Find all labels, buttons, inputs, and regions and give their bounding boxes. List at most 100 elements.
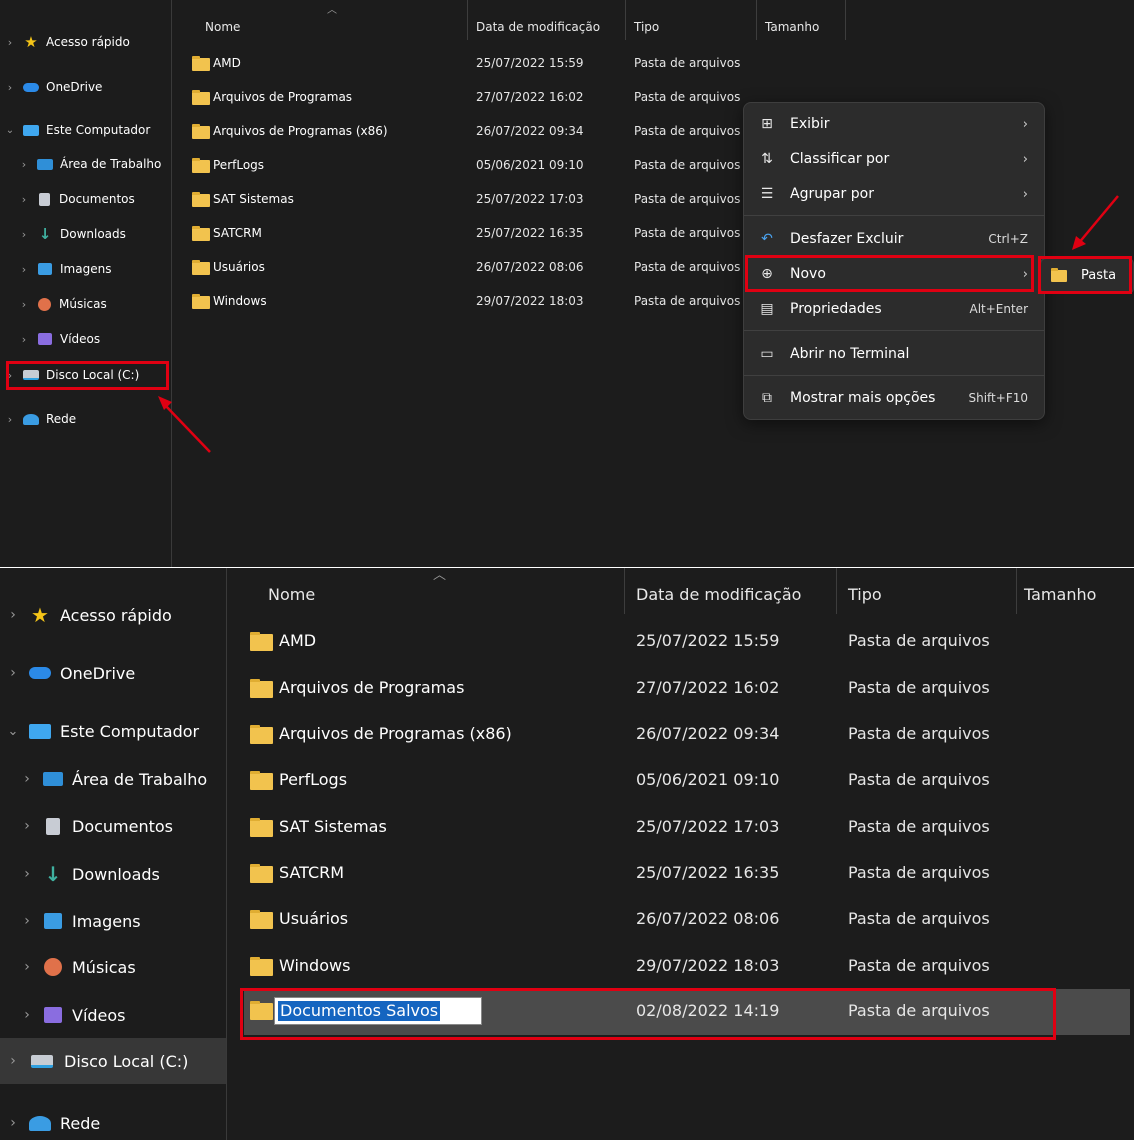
file-row[interactable]: AMD 25/07/2022 15:59 Pasta de arquivos bbox=[0, 56, 1134, 74]
folder-icon bbox=[192, 226, 210, 241]
file-row[interactable]: AMD 25/07/2022 15:59 Pasta de arquivos bbox=[0, 631, 1134, 653]
folder-icon bbox=[250, 864, 273, 883]
column-divider[interactable] bbox=[836, 568, 837, 614]
nav-item-videos[interactable]: › Vídeos bbox=[14, 328, 100, 350]
file-name: AMD bbox=[279, 631, 317, 650]
column-divider[interactable] bbox=[1016, 568, 1017, 614]
file-row[interactable]: SATCRM 25/07/2022 16:35 Pasta de arquivo… bbox=[0, 863, 1134, 885]
chevron-right-icon[interactable]: › bbox=[0, 1053, 26, 1069]
nav-item-quick-access[interactable]: › ★ Acesso rápido bbox=[0, 602, 172, 628]
folder-icon bbox=[192, 90, 210, 105]
group-list-icon: ☰ bbox=[760, 186, 774, 202]
column-divider[interactable] bbox=[625, 0, 626, 40]
chevron-right-icon[interactable]: › bbox=[0, 1115, 26, 1131]
nav-label: Acesso rápido bbox=[46, 35, 130, 49]
file-type: Pasta de arquivos bbox=[634, 294, 741, 308]
column-modified[interactable]: Data de modificação bbox=[636, 585, 801, 604]
nav-label: Rede bbox=[46, 412, 77, 426]
nav-item-network[interactable]: › Rede bbox=[0, 408, 76, 430]
file-name: Windows bbox=[213, 294, 267, 308]
folder-icon bbox=[250, 818, 273, 837]
folder-icon bbox=[250, 910, 273, 929]
file-name: PerfLogs bbox=[213, 158, 265, 172]
file-date: 25/07/2022 16:35 bbox=[476, 226, 584, 240]
file-name: Windows bbox=[279, 956, 351, 975]
menu-item-more-options[interactable]: ⧉ Mostrar mais opções Shift+F10 bbox=[744, 383, 1044, 413]
folder-icon bbox=[192, 294, 210, 309]
menu-separator bbox=[744, 215, 1044, 216]
chevron-right-icon[interactable]: › bbox=[0, 36, 20, 49]
nav-item-local-disk[interactable]: › Disco Local (C:) bbox=[0, 1048, 188, 1074]
menu-separator bbox=[744, 330, 1044, 331]
highlight-folder bbox=[1038, 256, 1132, 294]
column-type[interactable]: Tipo bbox=[634, 20, 659, 34]
file-row[interactable]: Windows 29/07/2022 18:03 Pasta de arquiv… bbox=[0, 956, 1134, 978]
file-row[interactable]: Arquivos de Programas (x86) 26/07/2022 0… bbox=[0, 724, 1134, 746]
menu-item-properties[interactable]: ▤ Propriedades Alt+Enter bbox=[744, 294, 1044, 324]
annotation-arrow bbox=[158, 396, 211, 453]
menu-shortcut: Shift+F10 bbox=[968, 391, 1028, 405]
menu-item-undo-delete[interactable]: ↶ Desfazer Excluir Ctrl+Z bbox=[744, 224, 1044, 254]
nav-item-videos[interactable]: › Vídeos bbox=[14, 1002, 126, 1028]
star-icon: ★ bbox=[24, 33, 38, 51]
menu-item-view[interactable]: ⊞ Exibir › bbox=[744, 109, 1044, 139]
folder-icon bbox=[250, 725, 273, 744]
column-divider[interactable] bbox=[624, 568, 625, 614]
file-date: 25/07/2022 15:59 bbox=[636, 631, 780, 650]
file-name: AMD bbox=[213, 56, 241, 70]
menu-item-open-terminal[interactable]: ▭ Abrir no Terminal bbox=[744, 339, 1044, 369]
chevron-right-icon: › bbox=[1022, 116, 1028, 132]
column-divider[interactable] bbox=[467, 0, 468, 40]
file-name: Arquivos de Programas (x86) bbox=[279, 724, 512, 743]
file-date: 05/06/2021 09:10 bbox=[476, 158, 584, 172]
column-size[interactable]: Tamanho bbox=[765, 20, 819, 34]
column-divider[interactable] bbox=[756, 0, 757, 40]
terminal-icon: ▭ bbox=[760, 346, 774, 362]
file-date: 29/07/2022 18:03 bbox=[476, 294, 584, 308]
navigation-pane: › ★ Acesso rápido › OneDrive ⌄ Este Comp… bbox=[0, 568, 227, 1140]
nav-item-quick-access[interactable]: › ★ Acesso rápido bbox=[0, 31, 130, 53]
chevron-right-icon[interactable]: › bbox=[14, 1007, 40, 1023]
file-row[interactable]: SAT Sistemas 25/07/2022 17:03 Pasta de a… bbox=[0, 817, 1134, 839]
column-name[interactable]: Nome bbox=[205, 20, 240, 34]
file-type: Pasta de arquivos bbox=[848, 678, 990, 697]
network-icon bbox=[23, 413, 39, 425]
nav-label: Acesso rápido bbox=[60, 605, 172, 625]
video-icon bbox=[44, 1007, 62, 1023]
explorer-window-new-folder: › ★ Acesso rápido › OneDrive ⌄ Este Comp… bbox=[0, 568, 1134, 1140]
file-name: PerfLogs bbox=[279, 770, 348, 789]
file-row[interactable]: PerfLogs 05/06/2021 09:10 Pasta de arqui… bbox=[0, 770, 1134, 792]
column-size[interactable]: Tamanho bbox=[1024, 585, 1096, 604]
file-date: 27/07/2022 16:02 bbox=[476, 90, 584, 104]
chevron-right-icon[interactable]: › bbox=[0, 413, 20, 426]
column-modified[interactable]: Data de modificação bbox=[476, 20, 600, 34]
nav-item-network[interactable]: › Rede bbox=[0, 1110, 100, 1136]
chevron-right-icon: › bbox=[1022, 151, 1028, 167]
chevron-right-icon: › bbox=[1022, 186, 1028, 202]
chevron-right-icon[interactable]: › bbox=[14, 333, 34, 346]
file-type: Pasta de arquivos bbox=[848, 909, 990, 928]
file-type: Pasta de arquivos bbox=[634, 56, 741, 70]
menu-item-group-by[interactable]: ☰ Agrupar por › bbox=[744, 179, 1044, 209]
file-date: 25/07/2022 15:59 bbox=[476, 56, 584, 70]
properties-icon: ▤ bbox=[760, 301, 774, 317]
file-date: 05/06/2021 09:10 bbox=[636, 770, 780, 789]
nav-label: Vídeos bbox=[72, 1005, 126, 1025]
file-name: Usuários bbox=[279, 909, 349, 928]
chevron-right-icon[interactable]: › bbox=[0, 607, 26, 623]
folder-icon bbox=[192, 158, 210, 173]
file-row[interactable]: Usuários 26/07/2022 08:06 Pasta de arqui… bbox=[0, 909, 1134, 931]
file-name: SATCRM bbox=[213, 226, 262, 240]
column-divider[interactable] bbox=[845, 0, 846, 40]
file-row[interactable]: Arquivos de Programas 27/07/2022 16:02 P… bbox=[0, 678, 1134, 700]
menu-item-sort-by[interactable]: ⇅ Classificar por › bbox=[744, 144, 1044, 174]
file-date: 25/07/2022 16:35 bbox=[636, 863, 780, 882]
column-type[interactable]: Tipo bbox=[848, 585, 882, 604]
menu-shortcut: Ctrl+Z bbox=[988, 232, 1028, 246]
file-date: 26/07/2022 09:34 bbox=[476, 124, 584, 138]
annotation-arrow bbox=[1072, 195, 1119, 250]
column-name[interactable]: Nome bbox=[268, 585, 315, 604]
nav-label: Rede bbox=[60, 1113, 101, 1133]
sort-ascending-icon: ︿ bbox=[433, 568, 447, 583]
star-icon: ★ bbox=[31, 603, 49, 627]
